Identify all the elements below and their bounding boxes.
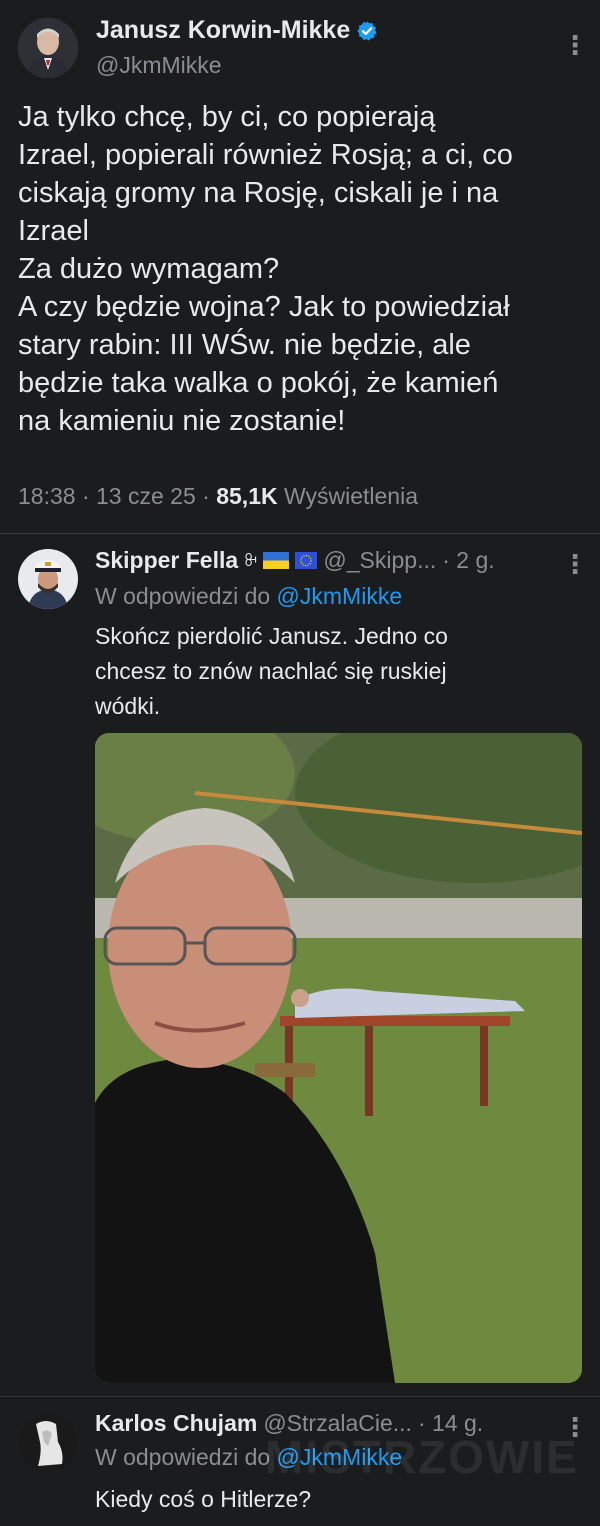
reply-to-line: W odpowiedzi do @JkmMikke	[95, 583, 402, 610]
main-tweet: Janusz Korwin-Mikke @JkmMikke ⋮ Ja tylko…	[0, 0, 600, 530]
reply-text: Skończ pierdolić Janusz. Jedno co chcesz…	[95, 623, 448, 719]
reply-text: Kiedy coś o Hitlerze?	[95, 1486, 312, 1512]
reply-time[interactable]: · 2 g.	[442, 547, 494, 574]
views-label: Wyświetlenia	[283, 483, 418, 509]
author-handle[interactable]: @JkmMikke	[96, 52, 222, 79]
reply-author-handle[interactable]: @_Skipp...	[323, 547, 436, 574]
author-name-row: Janusz Korwin-Mikke	[96, 16, 378, 45]
verified-badge-icon	[357, 20, 377, 41]
tweet-time[interactable]: 18:38	[18, 483, 76, 509]
tweet-meta: 18:38 · 13 cze 25 · 85,1K Wyświetlenia	[18, 483, 418, 510]
eu-flag-icon	[295, 552, 318, 569]
views-count: 85,1K	[216, 483, 278, 509]
reply-to-prefix: W odpowiedzi do	[95, 1444, 271, 1470]
reply-author-name[interactable]: Skipper Fella	[95, 547, 238, 574]
ukraine-flag-icon	[263, 552, 290, 569]
meta-separator: ·	[202, 483, 210, 509]
reply-header: Skipper Fella ꔬ @_Skipp... · 2 g.	[95, 547, 495, 574]
reply-avatar[interactable]	[18, 549, 78, 609]
emblem-symbol: ꔬ	[244, 550, 258, 570]
reply-avatar[interactable]	[18, 1412, 78, 1472]
tweet-text: Ja tylko chcę, by ci, co popierają Izrae…	[18, 101, 513, 437]
more-options-icon[interactable]: ⋮	[562, 30, 588, 61]
reply-author-name[interactable]: Karlos Chujam	[95, 1410, 257, 1437]
reply-to-mention[interactable]: @JkmMikke	[277, 583, 403, 609]
more-options-icon[interactable]: ⋮	[562, 549, 588, 580]
attached-photo[interactable]	[95, 733, 582, 1383]
reply-to-prefix: W odpowiedzi do	[95, 583, 271, 609]
author-avatar[interactable]	[18, 18, 78, 78]
author-name[interactable]: Janusz Korwin-Mikke	[96, 16, 350, 45]
tweet-date[interactable]: 13 cze 25	[96, 483, 196, 509]
site-watermark: MISTRZOWIE	[265, 1431, 579, 1483]
meta-separator: ·	[81, 483, 90, 509]
